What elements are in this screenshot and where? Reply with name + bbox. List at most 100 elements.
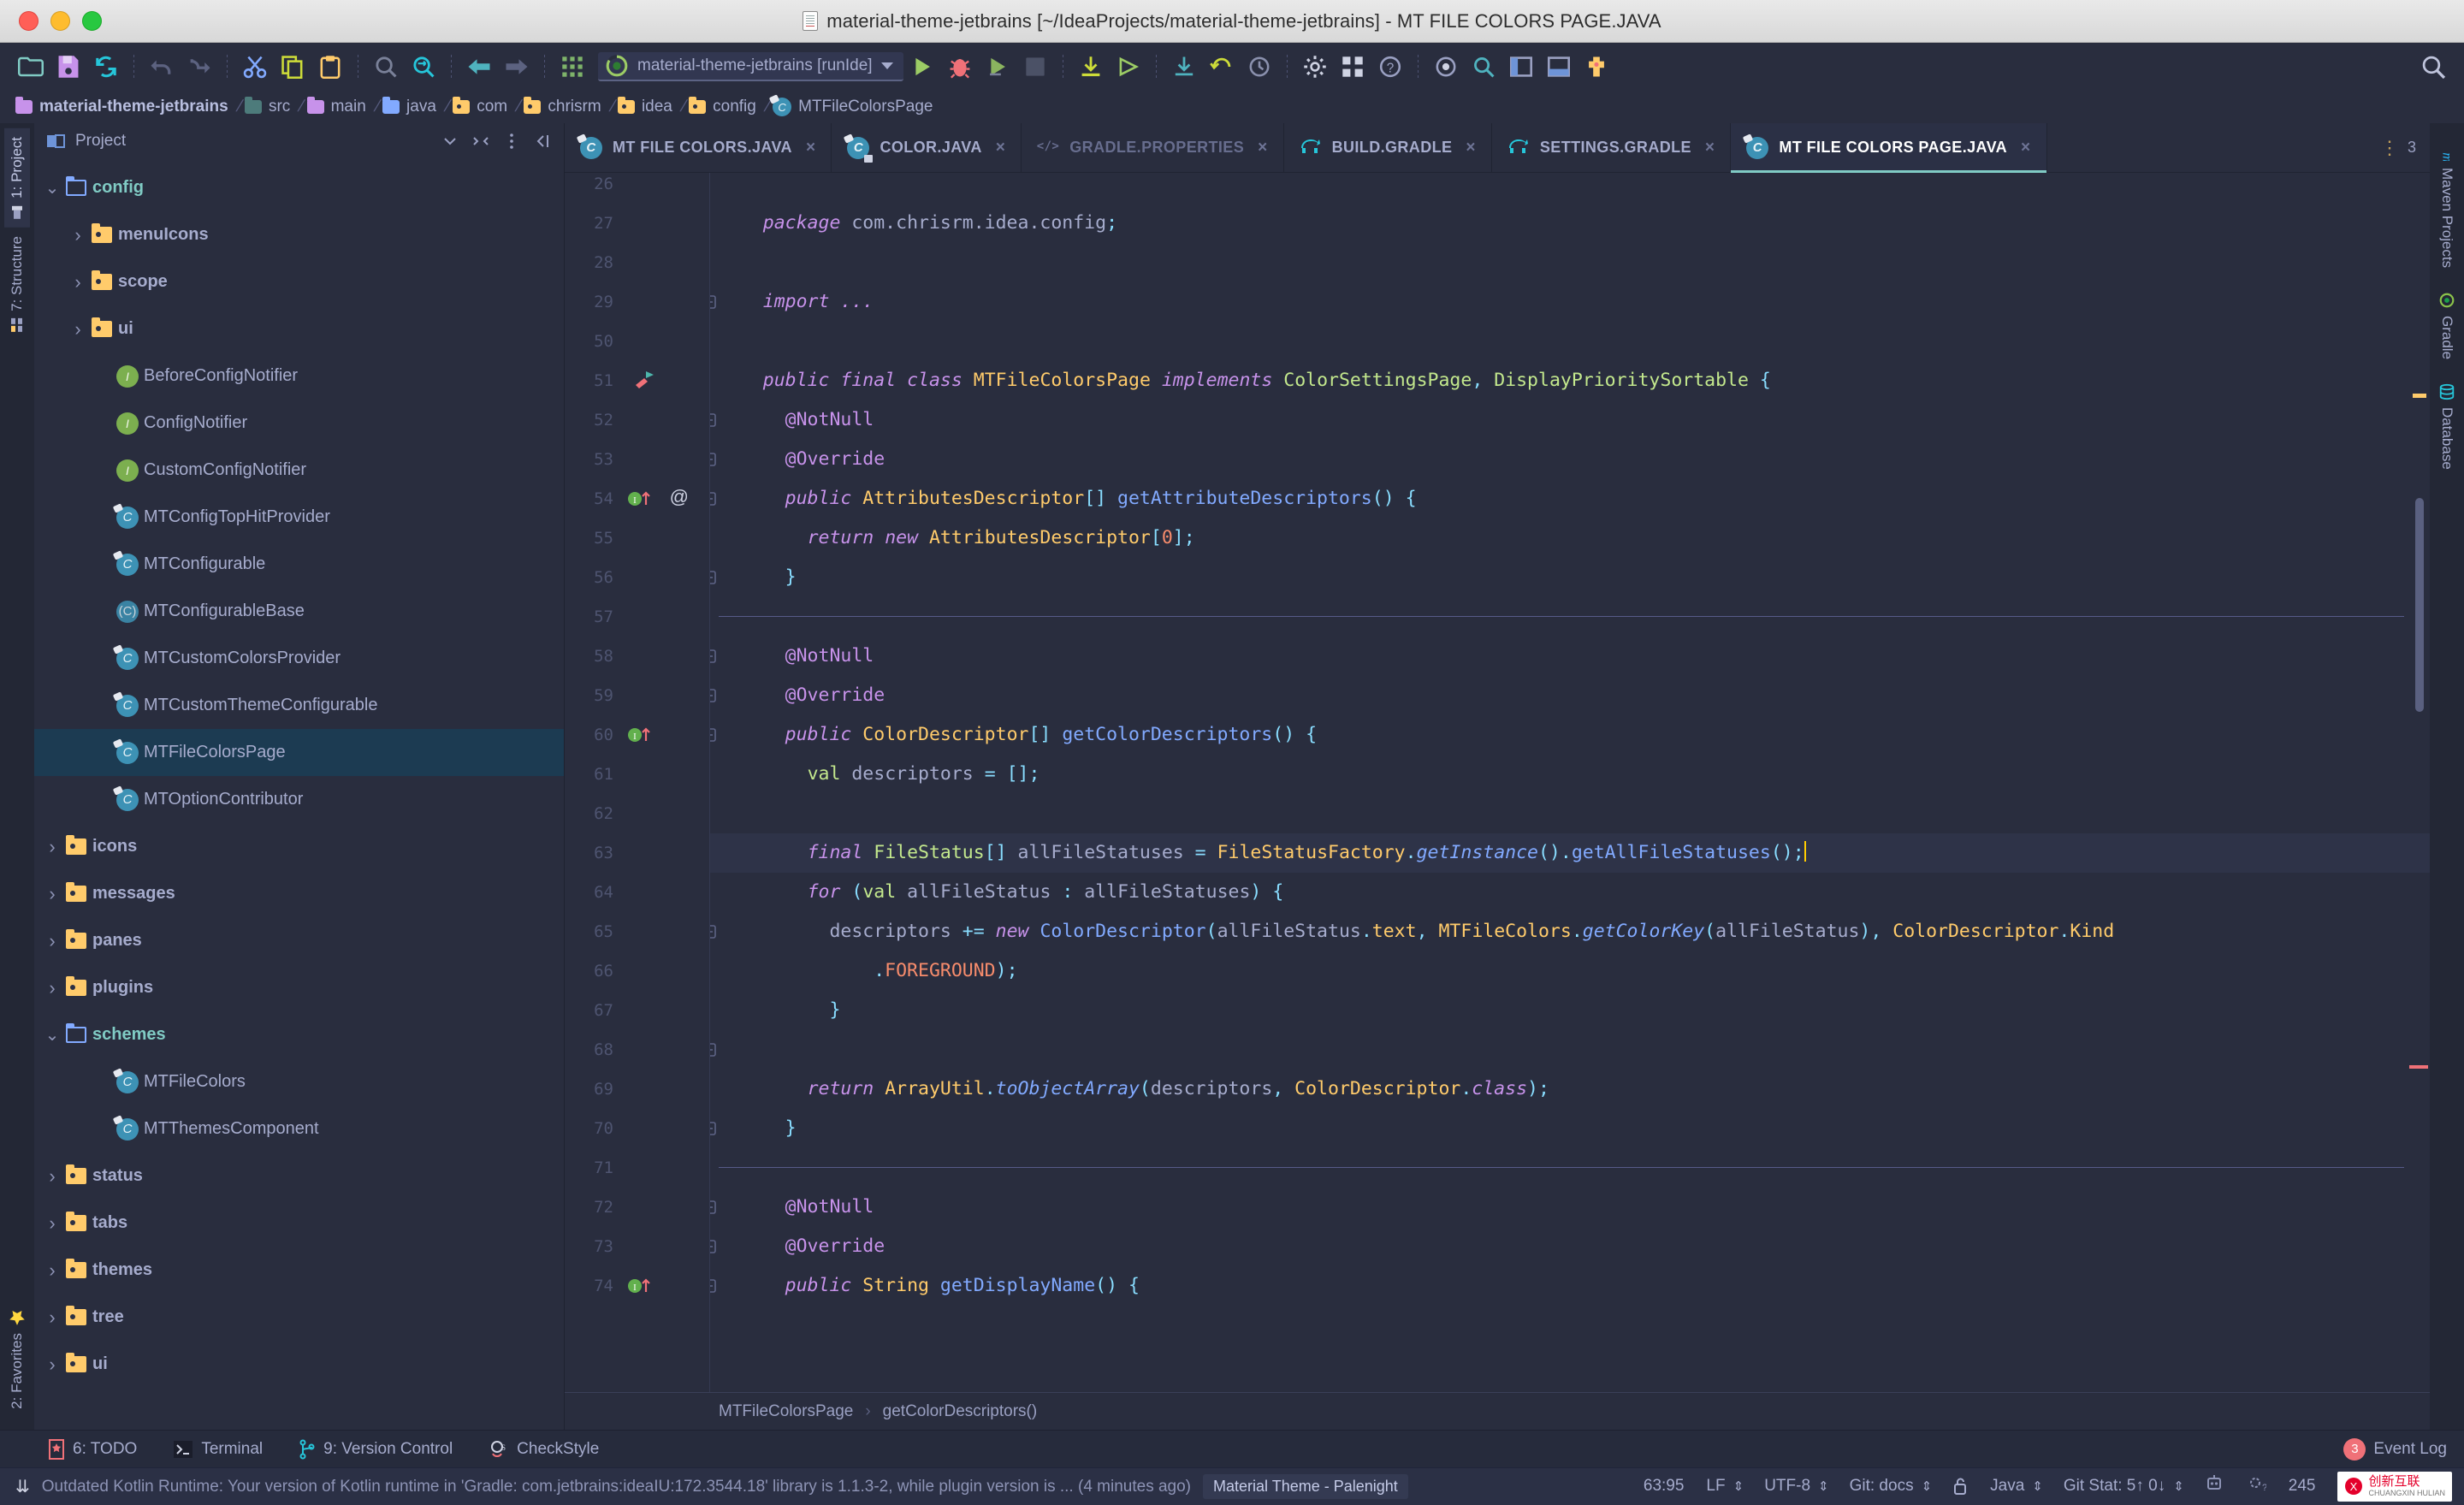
code-line[interactable]: @Override (710, 676, 2430, 715)
close-icon[interactable]: × (2021, 139, 2031, 157)
line-separator-widget[interactable]: LF ⇕ (1706, 1477, 1744, 1496)
code-line[interactable]: return ArrayUtil.toObjectArray(descripto… (710, 1069, 2430, 1109)
git-stat-widget[interactable]: Git Stat: 5↑ 0↓ ⇕ (2064, 1477, 2184, 1496)
tree-item[interactable]: › ui (34, 1341, 564, 1388)
tree-item[interactable]: › menuIcons (34, 211, 564, 258)
tree-item[interactable]: › scope (34, 258, 564, 305)
editor-breadcrumb-class[interactable]: MTFileColorsPage (719, 1402, 853, 1421)
code-line[interactable]: public String getDisplayName() { (710, 1266, 2430, 1306)
chevron-right-icon[interactable]: › (41, 1165, 63, 1188)
build-icon[interactable] (1072, 48, 1110, 86)
editor-tab[interactable]: C MT FILE COLORS PAGE.JAVA × (1731, 123, 2047, 173)
chevron-right-icon[interactable]: › (41, 1259, 63, 1282)
code-line[interactable]: @Override (710, 1227, 2430, 1266)
plugin-icon[interactable] (1578, 48, 1615, 86)
code-line[interactable]: } (710, 558, 2430, 597)
code-line[interactable]: .FOREGROUND); (710, 951, 2430, 991)
caret-position-widget[interactable]: 63:95 (1644, 1477, 1685, 1496)
code-line[interactable]: public AttributesDescriptor[] getAttribu… (710, 479, 2430, 518)
maximize-window-button[interactable] (82, 11, 102, 31)
minimize-window-button[interactable] (50, 11, 70, 31)
open-folder-icon[interactable] (12, 48, 50, 86)
memory-widget[interactable]: 245 (2289, 1477, 2316, 1496)
implements-icon[interactable]: I (627, 724, 656, 749)
write-access-widget[interactable] (1952, 1477, 1968, 1496)
chevron-right-icon[interactable]: › (67, 318, 89, 341)
background-tasks-icon[interactable]: ? (2246, 1473, 2267, 1499)
rollback-icon[interactable] (1203, 48, 1241, 86)
breadcrumb-item-main[interactable]: main (304, 97, 375, 116)
code-editor[interactable]: 26 27 28 29 50 51 52 53 54 I @55 56 57 58 59 60 I 61 62 63 6… (565, 173, 2430, 1392)
code-line[interactable]: @NotNull (710, 400, 2430, 440)
chevrons-down-icon[interactable]: ⇊ (15, 1478, 30, 1496)
tree-item[interactable]: › themes (34, 1247, 564, 1294)
code-line[interactable] (710, 173, 2430, 204)
debug-icon[interactable] (941, 48, 979, 86)
code-line[interactable] (710, 1148, 2430, 1188)
git-branch-widget[interactable]: Git: docs ⇕ (1850, 1477, 1932, 1496)
code-line[interactable] (710, 1030, 2430, 1069)
history-icon[interactable] (1241, 48, 1278, 86)
back-icon[interactable] (460, 48, 498, 86)
project-tree[interactable]: ⌄ config › menuIcons › scope › ui I BeforeConfigN… (34, 159, 564, 1430)
layout2-icon[interactable] (1540, 48, 1578, 86)
save-icon[interactable] (50, 48, 87, 86)
tool-window-terminal[interactable]: Terminal (173, 1440, 263, 1459)
encoding-widget[interactable]: UTF-8 ⇕ (1764, 1477, 1828, 1496)
run-class-icon[interactable] (634, 370, 656, 394)
code-line[interactable]: } (710, 1109, 2430, 1148)
chevron-right-icon[interactable]: › (41, 883, 63, 905)
chevron-right-icon[interactable]: › (67, 271, 89, 293)
window-controls[interactable] (0, 11, 102, 31)
theme-widget[interactable]: Material Theme - Palenight (1203, 1474, 1408, 1499)
hide-panel-icon[interactable] (531, 130, 554, 152)
project-view-icon[interactable] (44, 130, 67, 152)
chevron-right-icon[interactable]: › (41, 1212, 63, 1235)
chevron-right-icon[interactable]: › (41, 930, 63, 952)
layout-icon[interactable] (1502, 48, 1540, 86)
sidebar-item-project[interactable]: 1: Project (4, 128, 30, 228)
chevron-right-icon[interactable]: › (41, 836, 63, 858)
sidebar-item-favorites[interactable]: 2: Favorites (4, 1301, 30, 1418)
search-everywhere-icon[interactable] (1465, 48, 1502, 86)
code-line[interactable] (710, 322, 2430, 361)
breadcrumb-item-com[interactable]: com (449, 97, 516, 116)
find-icon[interactable] (367, 48, 405, 86)
chevron-down-icon[interactable] (880, 62, 893, 69)
chevron-down-icon[interactable] (439, 130, 461, 152)
tree-item[interactable]: I BeforeConfigNotifier (34, 353, 564, 400)
editor-tab[interactable]: C COLOR.JAVA × (832, 123, 1022, 172)
modules-icon[interactable] (1334, 48, 1371, 86)
tree-item[interactable]: ⌄ config (34, 164, 564, 211)
tree-item[interactable]: › icons (34, 823, 564, 870)
redo-icon[interactable] (181, 48, 218, 86)
chevron-right-icon[interactable]: › (41, 1307, 63, 1329)
annotation-gutter-icon[interactable]: @ (670, 486, 689, 508)
close-icon[interactable]: × (806, 139, 816, 157)
breadcrumb-item-idea[interactable]: idea (614, 97, 681, 116)
help-icon[interactable]: ? (1371, 48, 1409, 86)
forward-icon[interactable] (498, 48, 536, 86)
replace-icon[interactable] (405, 48, 442, 86)
code-line[interactable]: val descriptors = []; (710, 755, 2430, 794)
code-line[interactable]: for (val allFileStatus : allFileStatuses… (710, 873, 2430, 912)
editor-tab[interactable]: BUILD.GRADLE × (1284, 123, 1492, 172)
code-line[interactable] (710, 597, 2430, 637)
code-line[interactable]: @Override (710, 440, 2430, 479)
tree-item[interactable]: I ConfigNotifier (34, 400, 564, 447)
magnifier-icon[interactable] (2414, 48, 2452, 86)
implements-icon[interactable]: I (627, 488, 656, 513)
tree-item[interactable]: C MTConfigurable (34, 541, 564, 588)
vertical-dots-icon[interactable]: ⋮ (2380, 138, 2399, 157)
tree-item[interactable]: › panes (34, 917, 564, 964)
collapse-all-icon[interactable] (470, 130, 492, 152)
update-icon[interactable] (1165, 48, 1203, 86)
editor-breadcrumb[interactable]: MTFileColorsPage › getColorDescriptors() (565, 1392, 2430, 1430)
tree-item[interactable]: C MTFileColors (34, 1058, 564, 1105)
editor-tab[interactable]: SETTINGS.GRADLE × (1492, 123, 1732, 172)
stop-icon[interactable] (1016, 48, 1054, 86)
chevron-down-icon[interactable]: ⌄ (41, 1027, 63, 1044)
editor-tab[interactable]: </> GRADLE.PROPERTIES × (1022, 123, 1284, 172)
tool-window-checkstyle[interactable]: S CheckStyle (489, 1439, 599, 1460)
implements-icon[interactable]: I (627, 1275, 656, 1300)
